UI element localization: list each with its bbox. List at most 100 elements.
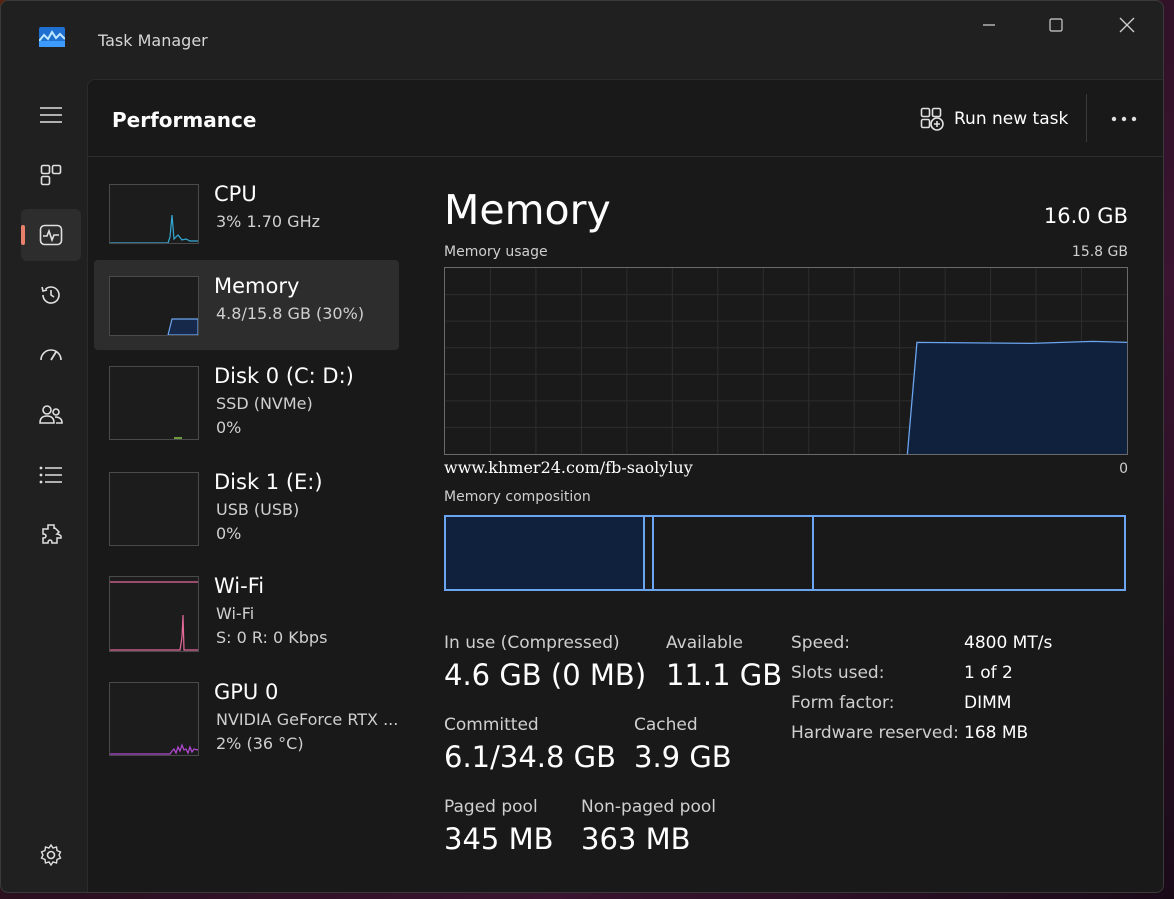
resource-type: Wi-Fi <box>216 604 255 623</box>
task-manager-window: Task Manager Performance Run new task CP… <box>0 0 1164 893</box>
nav-details[interactable] <box>21 449 81 501</box>
page-header: Performance Run new task <box>88 80 1163 157</box>
hardware-reserved-label: Hardware reserved: <box>791 723 959 743</box>
nav-services[interactable] <box>21 509 81 561</box>
hardware-reserved-value: 168 MB <box>964 723 1029 743</box>
resource-type: SSD (NVMe) <box>216 394 313 413</box>
resource-name: Disk 0 (C: D:) <box>214 364 354 388</box>
composition-modified[interactable] <box>645 517 654 589</box>
slots-used-value: 1 of 2 <box>964 663 1013 683</box>
nav-users[interactable] <box>21 389 81 441</box>
watermark-text: www.khmer24.com/fb-saolyluy <box>444 458 693 477</box>
run-new-task-icon <box>920 107 944 131</box>
speed-value: 4800 MT/s <box>964 633 1053 653</box>
resource-stat: S: 0 R: 0 Kbps <box>216 628 328 647</box>
processes-icon <box>40 164 62 186</box>
memory-usage-max: 15.8 GB <box>1071 244 1128 260</box>
speed-label: Speed: <box>791 633 851 653</box>
disk0-thumbnail-graph <box>109 366 199 440</box>
gpu0-thumbnail-graph <box>109 682 199 756</box>
services-icon <box>42 524 62 544</box>
header-divider <box>1086 94 1087 142</box>
nav-settings[interactable] <box>21 829 81 881</box>
memory-usage-label: Memory usage <box>444 244 548 260</box>
non-paged-pool-label: Non-paged pool <box>581 797 716 817</box>
cached-value: 3.9 GB <box>634 740 732 774</box>
resource-name: Wi-Fi <box>214 574 265 598</box>
committed-value: 6.1/34.8 GB <box>444 740 617 774</box>
nav-menu-button[interactable] <box>21 89 81 141</box>
non-paged-pool-value: 363 MB <box>581 822 691 856</box>
in-use-label: In use (Compressed) <box>444 633 620 653</box>
memory-thumbnail-graph <box>109 276 199 336</box>
available-label: Available <box>666 633 743 653</box>
resource-type: USB (USB) <box>216 500 300 519</box>
navigation-rail <box>1 79 87 892</box>
cached-label: Cached <box>634 715 698 735</box>
maximize-button[interactable] <box>1026 9 1086 41</box>
memory-usage-area <box>907 341 1127 454</box>
paged-pool-value: 345 MB <box>444 822 554 856</box>
form-factor-label: Form factor: <box>791 693 895 713</box>
resource-type: NVIDIA GeForce RTX ... <box>216 710 399 729</box>
task-manager-app-icon <box>39 27 65 47</box>
details-icon <box>39 466 62 484</box>
paged-pool-label: Paged pool <box>444 797 538 817</box>
composition-free[interactable] <box>814 517 1124 589</box>
content-pane: Performance Run new task CPU 3% 1.70 GHz… <box>87 79 1163 892</box>
resource-stat: 3% 1.70 GHz <box>216 212 321 231</box>
slots-used-label: Slots used: <box>791 663 885 683</box>
users-icon <box>39 405 63 424</box>
form-factor-value: DIMM <box>964 693 1012 713</box>
composition-in-use[interactable] <box>446 517 645 589</box>
close-button[interactable] <box>1097 9 1157 41</box>
memory-detail-panel: Memory 16.0 GB Memory usage 15.8 GB www.… <box>444 156 1128 892</box>
wifi-thumbnail-graph <box>109 576 199 652</box>
nav-startup-apps[interactable] <box>21 329 81 381</box>
close-icon <box>1119 17 1135 33</box>
graph-axis-min: 0 <box>1119 461 1128 477</box>
resource-item-disk1[interactable]: Disk 1 (E:) USB (USB) 0% <box>94 456 399 546</box>
performance-icon <box>39 224 63 246</box>
more-icon <box>1111 116 1137 122</box>
resource-stat: 2% (36 °C) <box>216 734 304 753</box>
memory-composition-label: Memory composition <box>444 489 591 505</box>
page-title: Performance <box>112 108 257 132</box>
committed-label: Committed <box>444 715 539 735</box>
nav-app-history[interactable] <box>21 269 81 321</box>
nav-processes[interactable] <box>21 149 81 201</box>
available-value: 11.1 GB <box>666 658 783 692</box>
run-new-task-label: Run new task <box>954 109 1069 129</box>
memory-composition-bar <box>444 515 1126 591</box>
active-indicator <box>21 225 25 245</box>
maximize-icon <box>1049 18 1063 32</box>
minimize-icon <box>983 24 995 26</box>
app-history-icon <box>41 286 60 304</box>
cpu-thumbnail-graph <box>109 184 199 244</box>
resource-item-cpu[interactable]: CPU 3% 1.70 GHz <box>94 170 399 260</box>
startup-apps-icon <box>40 349 62 361</box>
resource-item-wifi[interactable]: Wi-Fi Wi-Fi S: 0 R: 0 Kbps <box>94 562 399 652</box>
resource-item-disk0[interactable]: Disk 0 (C: D:) SSD (NVMe) 0% <box>94 350 399 440</box>
resource-item-gpu0[interactable]: GPU 0 NVIDIA GeForce RTX ... 2% (36 °C) <box>94 668 399 758</box>
in-use-value: 4.6 GB (0 MB) <box>444 658 647 692</box>
total-memory: 16.0 GB <box>1043 204 1128 228</box>
run-new-task-button[interactable]: Run new task <box>920 104 1068 134</box>
memory-usage-graph <box>444 267 1128 455</box>
composition-standby[interactable] <box>654 517 814 589</box>
window-title: Task Manager <box>98 31 208 50</box>
resource-stat: 0% <box>216 524 242 543</box>
resource-name: Disk 1 (E:) <box>214 470 323 494</box>
resource-name: Memory <box>214 274 300 298</box>
settings-icon <box>40 843 62 867</box>
resource-name: CPU <box>214 182 257 206</box>
resource-item-memory[interactable]: Memory 4.8/15.8 GB (30%) <box>94 260 399 350</box>
resource-name: GPU 0 <box>214 680 279 704</box>
title-bar[interactable]: Task Manager <box>1 1 1163 79</box>
nav-performance[interactable] <box>21 209 81 261</box>
disk1-thumbnail-graph <box>109 472 199 546</box>
resource-stat: 4.8/15.8 GB (30%) <box>216 304 365 323</box>
resource-stat: 0% <box>216 418 242 437</box>
minimize-button[interactable] <box>959 9 1019 41</box>
more-options-button[interactable] <box>1106 104 1142 134</box>
